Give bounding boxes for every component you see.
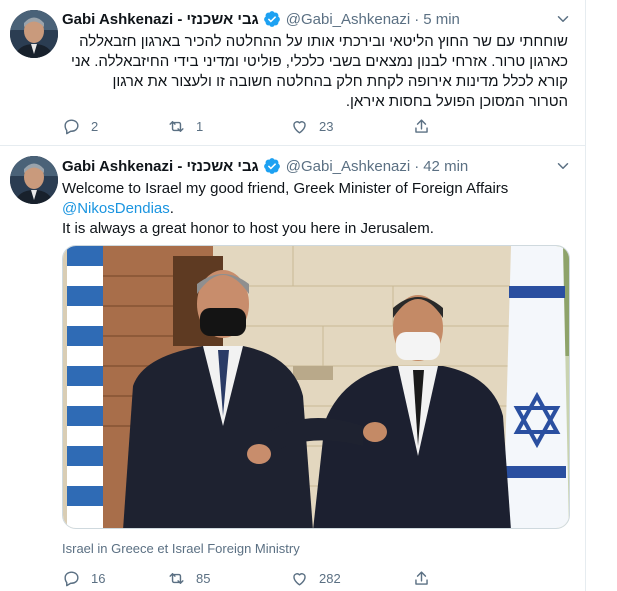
avatar[interactable] (10, 10, 58, 58)
chevron-down-icon[interactable] (554, 10, 572, 28)
retweet-count: 85 (196, 570, 211, 586)
tweet-text: שוחחתי עם שר החוץ הליטאי ובירכתי אותו על… (62, 32, 568, 112)
tweet-text-line: @NikosDendias. (62, 199, 568, 219)
author-handle[interactable]: @Gabi_Ashkenazi (286, 158, 410, 175)
retweet-icon (169, 120, 184, 132)
retweet-button[interactable]: 1 (167, 117, 290, 136)
tweet-text-line: כארגון טרור. אזרחי לבנון נמצאים בשבי כלכ… (70, 53, 568, 70)
media-caption[interactable]: Israel in Greece et Israel Foreign Minis… (62, 541, 300, 556)
tweet-text-line: קורא לכלל מדינות אירופה לקחת חלק בהחלטה … (112, 73, 568, 90)
mention-link[interactable]: @NikosDendias (62, 200, 170, 217)
reply-button[interactable]: 2 (62, 117, 167, 136)
verified-badge-icon (263, 157, 281, 175)
author-name[interactable]: Gabi Ashkenazi - גבי אשכנזי (62, 11, 259, 28)
tweet-actions: 2 1 23 (62, 116, 482, 136)
chevron-down-icon[interactable] (554, 157, 572, 175)
like-icon (293, 572, 306, 586)
like-button[interactable]: 23 (290, 117, 412, 136)
retweet-count: 1 (196, 118, 204, 134)
timestamp[interactable]: 42 min (423, 158, 468, 175)
tweet-header: Gabi Ashkenazi - גבי אשכנזי @Gabi_Ashken… (62, 8, 572, 30)
tweet-header: Gabi Ashkenazi - גבי אשכנזי @Gabi_Ashken… (62, 155, 572, 177)
like-count: 23 (319, 118, 334, 134)
like-count: 282 (319, 570, 341, 586)
author-handle[interactable]: @Gabi_Ashkenazi (286, 11, 410, 28)
like-icon (293, 120, 306, 134)
tweet-text: Welcome to Israel my good friend, Greek … (62, 179, 568, 239)
reply-icon (64, 570, 79, 586)
reply-count: 16 (91, 570, 106, 586)
tweet[interactable]: Gabi Ashkenazi - גבי אשכנזי @Gabi_Ashken… (0, 0, 586, 146)
separator-dot: · (414, 10, 420, 28)
author-name[interactable]: Gabi Ashkenazi - גבי אשכנזי (62, 158, 259, 175)
share-button[interactable] (412, 569, 441, 588)
tweet-photo[interactable] (62, 245, 570, 529)
avatar[interactable] (10, 156, 58, 204)
retweet-icon (169, 572, 184, 584)
reply-icon (64, 118, 79, 134)
tweet-actions: 16 85 282 (62, 568, 482, 588)
share-icon (415, 570, 428, 585)
reply-count: 2 (91, 118, 99, 134)
verified-badge-icon (263, 10, 281, 28)
tweet-text-line: הטרור המסוכן הפועל בחסות איראן. (345, 93, 568, 110)
mention-suffix: . (169, 200, 174, 217)
tweet-text-line: It is always a great honor to host you h… (62, 220, 434, 237)
timeline: Gabi Ashkenazi - גבי אשכנזי @Gabi_Ashken… (0, 0, 586, 591)
tweet[interactable]: Gabi Ashkenazi - גבי אשכנזי @Gabi_Ashken… (0, 146, 586, 591)
tweet-text-line: שוחחתי עם שר החוץ הליטאי ובירכתי אותו על… (79, 33, 568, 50)
share-button[interactable] (412, 117, 441, 136)
like-button[interactable]: 282 (290, 569, 412, 588)
retweet-button[interactable]: 85 (167, 569, 290, 588)
tweet-text-line: Welcome to Israel my good friend, Greek … (62, 180, 509, 197)
timestamp[interactable]: 5 min (423, 11, 460, 28)
reply-button[interactable]: 16 (62, 569, 167, 588)
separator-dot: · (414, 157, 420, 175)
share-icon (415, 118, 428, 133)
